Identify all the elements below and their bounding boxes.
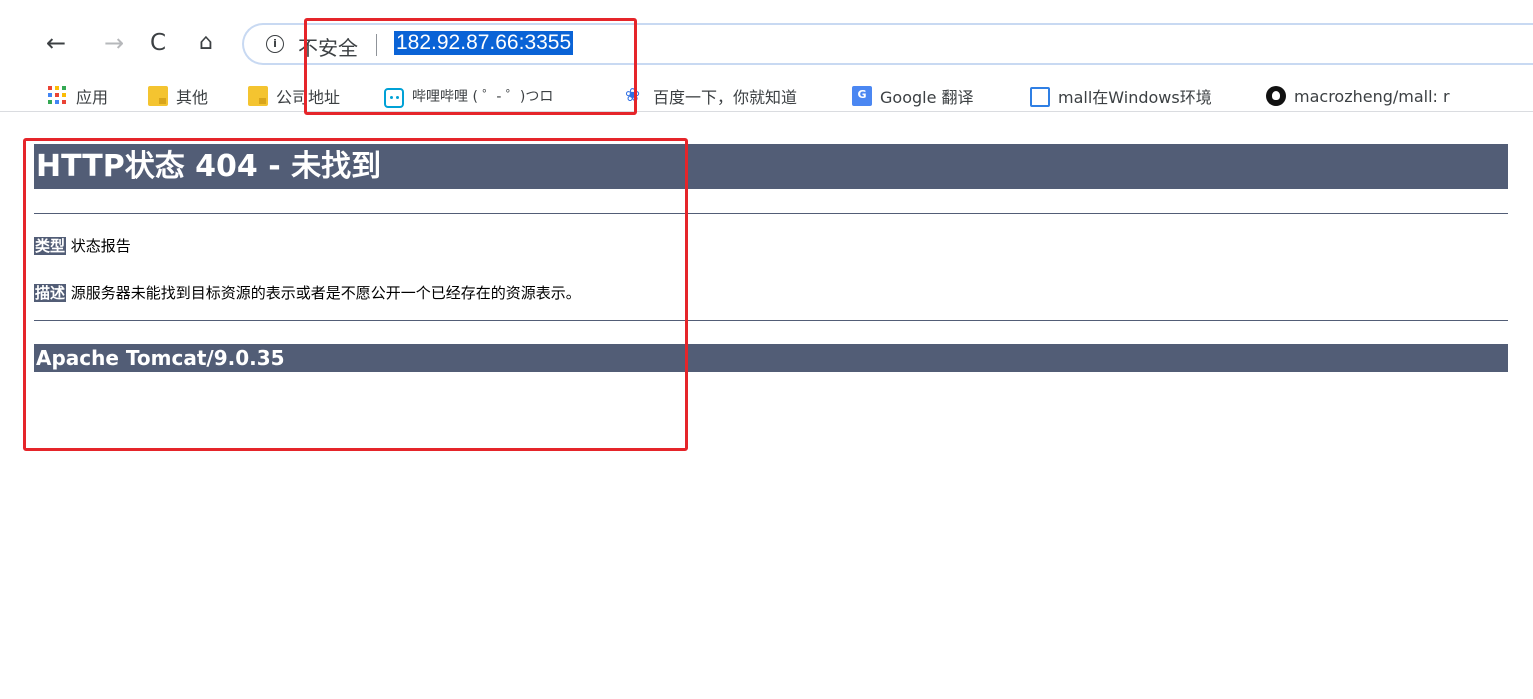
- home-button[interactable]: ⌂: [192, 29, 220, 57]
- bookmark-label: 百度一下，你就知道: [653, 88, 798, 107]
- bookmark-google-translate[interactable]: G Google 翻译: [852, 84, 974, 108]
- info-icon[interactable]: i: [266, 35, 284, 53]
- arrow-right-icon: →: [103, 29, 125, 57]
- back-button[interactable]: ←: [42, 29, 70, 57]
- folder-icon: [148, 86, 168, 106]
- google-translate-icon: G: [852, 86, 872, 106]
- bookmark-other[interactable]: 其他: [148, 84, 208, 108]
- bookmarks-bar: 应用 其他 公司地址 哔哩哔哩 ( ゜- ゜)つロ ❀ 百度一下，你就知道 G …: [0, 80, 1533, 112]
- home-icon: ⌂: [199, 30, 213, 55]
- bookmark-label: mall在Windows环境: [1058, 88, 1212, 107]
- bookmark-baidu[interactable]: ❀ 百度一下，你就知道: [625, 84, 797, 108]
- reload-button[interactable]: C: [144, 29, 172, 57]
- github-icon: [1266, 86, 1286, 106]
- bookmark-label: 其他: [176, 88, 209, 107]
- bookmark-label: macrozheng/mall: r: [1294, 86, 1450, 106]
- bookmark-github-mall[interactable]: macrozheng/mall: r: [1266, 84, 1450, 108]
- annotation-box-error: [23, 138, 688, 451]
- bookmark-label: 应用: [76, 88, 109, 107]
- reload-icon: C: [149, 29, 167, 56]
- bookmark-apps[interactable]: 应用: [48, 84, 108, 108]
- apps-grid-icon: [48, 86, 68, 106]
- folder-icon: [248, 86, 268, 106]
- forward-button[interactable]: →: [100, 29, 128, 57]
- annotation-box-url: [304, 18, 637, 115]
- storefront-icon: [1030, 87, 1050, 107]
- browser-toolbar: ← → C ⌂ i 不安全 182.92.87.66:3355: [0, 0, 1533, 80]
- bookmark-label: Google 翻译: [880, 88, 974, 107]
- bookmark-mall-windows[interactable]: mall在Windows环境: [1030, 84, 1212, 108]
- arrow-left-icon: ←: [45, 29, 67, 57]
